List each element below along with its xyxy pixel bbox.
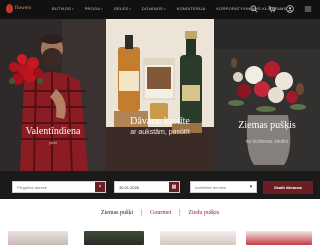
gift-search-bar: Piegādes adrese × 30.01.2026 ▦ Izvēlētie… [0, 171, 320, 199]
menu-icon[interactable] [303, 4, 312, 13]
cart-icon[interactable] [267, 4, 276, 13]
hero-panel-valentines[interactable]: Valentīndiena pirkt [0, 19, 106, 171]
hero-panel-winter-bouquet[interactable]: Ziemas pušķis no šodienas ziedim [214, 19, 320, 171]
delivery-time-placeholder: Izvēlēties termiņu [195, 184, 227, 190]
delivery-address-field[interactable]: Piegādes adrese × [12, 181, 106, 193]
category-tabs: Ziemas pušķi Gourmet Ziedu pušķis [0, 209, 320, 216]
product-card[interactable] [160, 231, 236, 245]
hero-title: Dāvanu kastīte [130, 116, 190, 127]
chevron-down-icon: ▾ [246, 182, 256, 192]
tab-ziedu-puskis[interactable]: Ziedu pušķis [188, 210, 219, 216]
nav-item-konditerija[interactable]: KONDITERIJA [177, 6, 206, 11]
hero-subtitle: ar aukstām, pasūtīt [130, 129, 190, 136]
gift-box-image [106, 19, 214, 171]
delivery-date-field[interactable]: 30.01.2026 ▦ [114, 181, 180, 193]
header-icons [249, 4, 312, 13]
hero-subtitle: pirkt [49, 140, 57, 145]
tab-ziemas-puski[interactable]: Ziemas pušķi [101, 210, 133, 216]
delivery-address-placeholder: Piegādes adrese [17, 184, 48, 190]
chevron-down-icon: ▾ [164, 6, 166, 11]
nav-item-label: PROGA [84, 6, 101, 11]
nav-item-label: KONDITERIJA [176, 6, 206, 11]
man-with-roses-image [0, 19, 106, 171]
chevron-down-icon: ▾ [71, 6, 74, 11]
nav-item-label: GĖLĖS [113, 6, 129, 11]
site-header: flowers BUTIKOS ▾ PROGA ▾ GĖLĖS ▾ DOVANOS ▾ … [0, 0, 320, 19]
tab-gourmet[interactable]: Gourmet [150, 210, 171, 216]
logo[interactable]: flowers [6, 4, 31, 13]
nav-item-dovanos[interactable]: DOVANOS ▾ [142, 6, 166, 11]
nav-item-geles[interactable]: GĖLĖS ▾ [114, 6, 131, 11]
calendar-icon[interactable]: ▦ [169, 182, 179, 192]
view-gifts-button[interactable]: Skatīt dāvanas [263, 181, 313, 194]
tab-divider [179, 209, 181, 216]
hero-title: Ziemas pušķis [238, 120, 296, 131]
nav-item-label: BUTIKOS [52, 6, 71, 11]
product-strip [0, 231, 320, 245]
search-icon[interactable] [249, 4, 258, 13]
winter-bouquet-image [214, 19, 320, 171]
nav-item-proga[interactable]: PROGA ▾ [85, 6, 103, 11]
user-icon[interactable] [285, 4, 294, 13]
logo-mark [6, 4, 13, 13]
delivery-time-select[interactable]: Izvēlēties termiņu ▾ [190, 181, 257, 193]
tab-divider [141, 209, 142, 216]
product-card[interactable] [8, 231, 68, 245]
hero-panel-gift-box[interactable]: Dāvanu kastīte ar aukstām, pasūtīt [106, 19, 214, 171]
nav-item-butikos[interactable]: BUTIKOS ▾ [52, 6, 74, 11]
logo-text: flowers [15, 6, 32, 11]
delivery-date-value: 30.01.2026 [119, 184, 140, 190]
hero-title: Valentīndiena [25, 126, 81, 137]
product-card[interactable] [84, 231, 144, 245]
nav-item-label: DOVANOS [141, 6, 164, 11]
chevron-down-icon: ▾ [101, 6, 103, 11]
hero-subtitle: no šodienas ziedim [245, 139, 289, 145]
product-card[interactable] [246, 231, 312, 245]
close-icon[interactable]: × [95, 182, 105, 192]
chevron-down-icon: ▾ [129, 6, 131, 11]
hero-banners: Valentīndiena pirkt Dāvanu kastīte ar au… [0, 19, 320, 171]
